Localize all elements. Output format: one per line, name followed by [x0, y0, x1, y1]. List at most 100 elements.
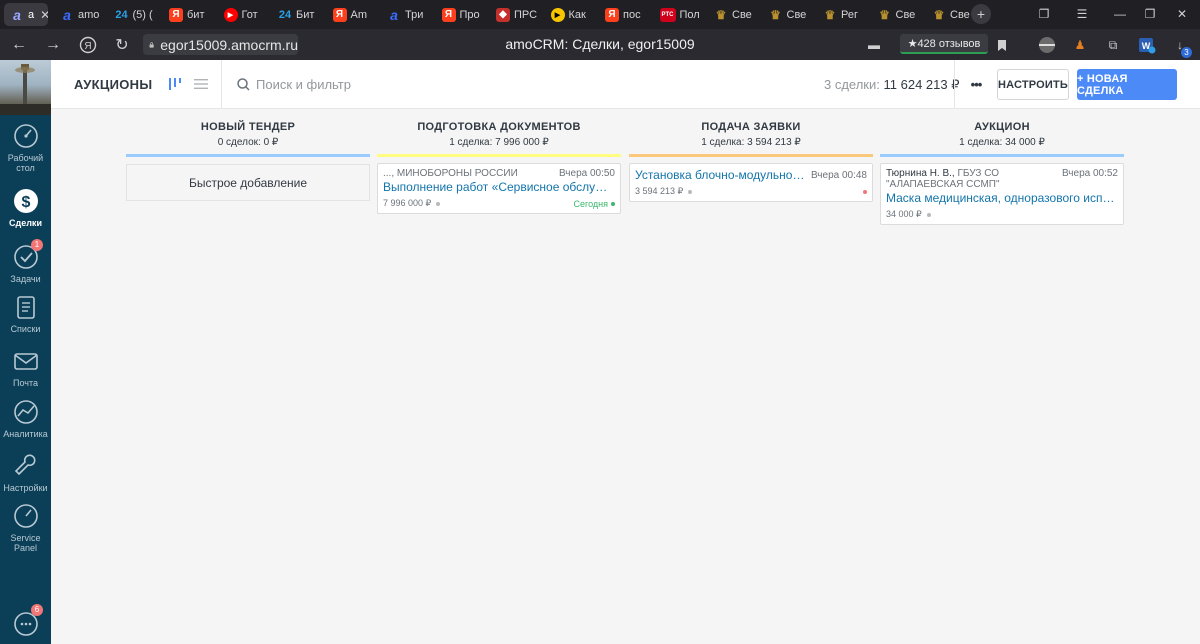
- list-view-icon[interactable]: [194, 78, 208, 90]
- extension-puzzle-icon[interactable]: ⧉: [1103, 35, 1123, 55]
- tab-label: Рег: [841, 8, 858, 21]
- browser-tab[interactable]: Ябит: [163, 3, 211, 26]
- deal-card[interactable]: Тюрнина Н. В., ГБУЗ СО "АЛАПАЕВСКАЯ ССМП…: [880, 163, 1124, 225]
- tab-label: Как: [568, 8, 586, 21]
- downloads-icon[interactable]: ↓ 3: [1170, 35, 1192, 58]
- tab-label: Три: [405, 8, 424, 21]
- menu-icon[interactable]: ☰: [1072, 4, 1092, 24]
- sidebar-item-lists[interactable]: Списки: [0, 293, 51, 334]
- extension-word-icon[interactable]: W: [1137, 35, 1157, 55]
- browser-tab[interactable]: a Три: [381, 3, 429, 26]
- tab-collections-icon[interactable]: ❐: [1034, 4, 1054, 24]
- comment-icon[interactable]: ▬: [864, 35, 884, 55]
- column-title: НОВЫЙ ТЕНДЕР: [200, 121, 296, 133]
- browser-tab[interactable]: РТС Пол: [654, 3, 702, 26]
- sidebar-item-tasks[interactable]: 1 Задачи: [0, 239, 51, 284]
- deals-icon: $: [13, 189, 38, 213]
- column-color-line: [629, 154, 873, 157]
- deal-name-link[interactable]: Установка блочно-модульной ко...: [635, 168, 805, 183]
- deal-contact: Тюрнина Н. В.,: [886, 168, 955, 179]
- browser-tab[interactable]: ▶ Как: [545, 3, 593, 26]
- browser-tab[interactable]: 24 Бит: [272, 3, 320, 26]
- browser-tab[interactable]: ♛ Све: [763, 3, 811, 26]
- browser-tab[interactable]: ♛ Све: [926, 3, 974, 26]
- deal-time: Вчера 00:48: [810, 170, 867, 181]
- sidebar-item-mail[interactable]: Почта: [0, 347, 51, 388]
- reload-icon[interactable]: ↻: [111, 34, 133, 56]
- deal-name-link[interactable]: Маска медицинская, одноразового использ.…: [886, 191, 1118, 206]
- browser-tab[interactable]: ♛ Све: [872, 3, 920, 26]
- column-color-line: [377, 154, 621, 157]
- back-icon[interactable]: ←: [8, 34, 30, 56]
- app-sidebar: Рабочий стол $ Сделки 1 Задачи Списки По…: [0, 60, 51, 644]
- tab-amocrm-active[interactable]: a a ✕: [4, 3, 48, 26]
- bookmark-icon[interactable]: [992, 35, 1012, 55]
- svg-text:$: $: [21, 194, 30, 211]
- quick-add-button[interactable]: Быстрое добавление: [126, 164, 370, 201]
- configure-button[interactable]: НАСТРОИТЬ: [997, 69, 1069, 100]
- yandex-icon: Я: [332, 7, 347, 22]
- search-input[interactable]: [256, 77, 416, 92]
- browser-tab[interactable]: Я Про: [436, 3, 484, 26]
- deal-card[interactable]: ..., МИНОБОРОНЫ РОССИИ Вчера 00:50 Выпол…: [377, 163, 621, 214]
- url-field[interactable]: egor15009.amocrm.ru: [143, 34, 298, 55]
- sidebar-item-service-panel[interactable]: Service Panel: [0, 502, 51, 553]
- tasks-badge: 1: [31, 239, 43, 251]
- restore-icon[interactable]: ❐: [1140, 4, 1160, 24]
- sidebar-item-settings[interactable]: Настройки: [0, 452, 51, 493]
- browser-tab[interactable]: a amo: [54, 3, 102, 26]
- new-tab-button[interactable]: +: [971, 4, 991, 24]
- tab-label: Све: [950, 8, 970, 21]
- more-options-button[interactable]: •••: [963, 74, 989, 94]
- tab-label: amo: [78, 8, 100, 21]
- sidebar-item-analytics[interactable]: Аналитика: [0, 398, 51, 439]
- tab-label: Све: [895, 8, 916, 21]
- chat-button[interactable]: 6: [0, 604, 51, 641]
- browser-tab[interactable]: ▶ Гот: [218, 3, 266, 26]
- browser-tab[interactable]: Я Am: [327, 3, 375, 26]
- board-view-icon[interactable]: [168, 77, 182, 91]
- youtube-icon: ▶: [223, 7, 238, 22]
- new-deal-button[interactable]: + НОВАЯ СДЕЛКА: [1077, 69, 1177, 100]
- user-avatar[interactable]: [0, 60, 51, 115]
- tag-dot: [436, 201, 441, 206]
- extension-user-icon[interactable]: ♟: [1070, 35, 1090, 55]
- url-text: egor15009.amocrm.ru: [160, 36, 298, 53]
- eagle-icon: ♛: [879, 7, 890, 22]
- tab-label: Am: [350, 8, 368, 21]
- deal-price: 3 594 213 ₽: [635, 186, 684, 196]
- pipeline-column-new-tender: НОВЫЙ ТЕНДЕР 0 сделок: 0 ₽ Быстрое добав…: [126, 109, 370, 644]
- play-icon: ▶: [550, 7, 565, 22]
- forward-icon[interactable]: →: [42, 34, 64, 56]
- lock-icon: [149, 41, 154, 48]
- yandex-home-icon[interactable]: Я: [77, 34, 99, 56]
- browser-tab[interactable]: Япос: [599, 3, 647, 26]
- deal-name-link[interactable]: Выполнение работ «Сервисное обслуживание…: [383, 180, 615, 195]
- close-tab-icon[interactable]: ✕: [40, 8, 48, 22]
- tab-label: Пол: [679, 8, 700, 21]
- close-window-icon[interactable]: ✕: [1172, 4, 1192, 24]
- browser-tab[interactable]: 24 (5) (: [109, 3, 157, 26]
- deal-card[interactable]: Установка блочно-модульной ко... Вчера 0…: [629, 163, 873, 202]
- column-color-line: [880, 154, 1124, 157]
- reviews-button[interactable]: ★428 отзывов: [900, 34, 988, 54]
- bitrix24-icon: 24: [278, 8, 292, 21]
- browser-tab[interactable]: ♛ Рег: [817, 3, 865, 26]
- deal-price: 34 000 ₽: [886, 209, 922, 219]
- browser-tab[interactable]: ◆ ПРС: [490, 3, 538, 26]
- sidebar-item-deals[interactable]: $ Сделки: [0, 187, 51, 228]
- sidebar-item-dashboard[interactable]: Рабочий стол: [0, 122, 51, 173]
- amocrm-icon: a: [63, 6, 71, 23]
- chat-badge: 6: [31, 604, 43, 616]
- tab-label: бит: [187, 8, 205, 21]
- lists-icon: [16, 296, 35, 319]
- browser-tab[interactable]: ♛ Све: [708, 3, 756, 26]
- eagle-icon: ♛: [824, 7, 836, 22]
- search-filter[interactable]: [237, 77, 416, 92]
- pipeline-column-auction: АУКЦИОН 1 сделка: 34 000 ₽ Тюрнина Н. В.…: [880, 109, 1124, 644]
- extension-disk-icon[interactable]: [1037, 35, 1057, 55]
- tab-label: Бит: [296, 8, 315, 21]
- minimize-icon[interactable]: —: [1110, 4, 1130, 24]
- pipeline-title[interactable]: АУКЦИОНЫ: [74, 77, 152, 92]
- deal-time: Вчера 00:50: [558, 168, 615, 179]
